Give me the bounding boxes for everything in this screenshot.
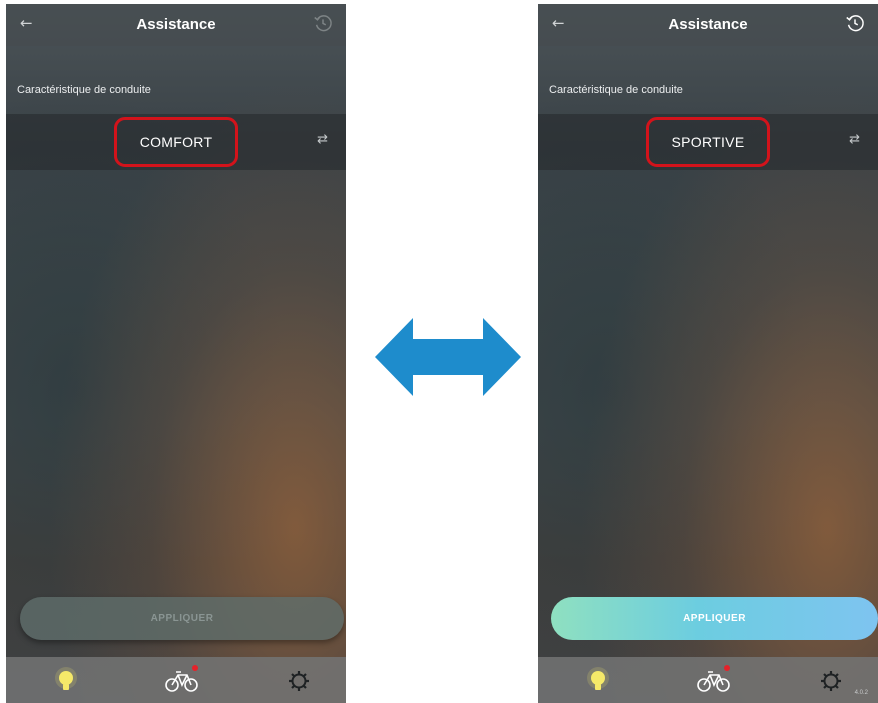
gear-icon[interactable]	[284, 667, 314, 695]
page-title: Assistance	[668, 16, 748, 33]
section-label: Caractéristique de conduite	[17, 84, 151, 96]
mode-highlight: COMFORT	[114, 117, 238, 167]
top-bar: ← Assistance	[538, 4, 878, 46]
swap-icon[interactable]: ⇄	[317, 132, 328, 147]
swap-icon[interactable]: ⇄	[849, 132, 860, 147]
riding-mode-selector[interactable]: COMFORT ⇄	[6, 114, 346, 170]
bottom-nav: 4.0.2	[538, 657, 878, 703]
light-bulb-icon[interactable]	[51, 667, 81, 695]
light-bulb-icon[interactable]	[583, 667, 613, 695]
history-icon[interactable]	[844, 12, 866, 34]
gear-icon[interactable]	[816, 667, 846, 695]
phone-screen-left: ← Assistance Caractéristique de conduite…	[6, 4, 346, 703]
notification-dot	[192, 665, 198, 671]
apply-button[interactable]: APPLIQUER	[20, 597, 344, 640]
bottom-nav	[6, 657, 346, 703]
mode-value: COMFORT	[139, 134, 213, 150]
section-label: Caractéristique de conduite	[549, 84, 683, 96]
apply-button[interactable]: APPLIQUER	[551, 597, 878, 640]
double-arrow-icon	[375, 318, 521, 396]
mode-value: SPORTIVE	[671, 134, 745, 150]
bike-tab[interactable]	[696, 665, 732, 695]
version-label: 4.0.2	[854, 690, 868, 696]
phone-screen-right: ← Assistance Caractéristique de conduite…	[538, 4, 878, 703]
top-bar: ← Assistance	[6, 4, 346, 46]
bike-icon	[165, 671, 198, 692]
riding-mode-selector[interactable]: SPORTIVE ⇄	[538, 114, 878, 170]
bike-icon	[697, 671, 730, 692]
history-icon[interactable]	[312, 12, 334, 34]
notification-dot	[724, 665, 730, 671]
page-title: Assistance	[136, 16, 216, 33]
bike-tab[interactable]	[164, 665, 200, 695]
mode-highlight: SPORTIVE	[646, 117, 770, 167]
